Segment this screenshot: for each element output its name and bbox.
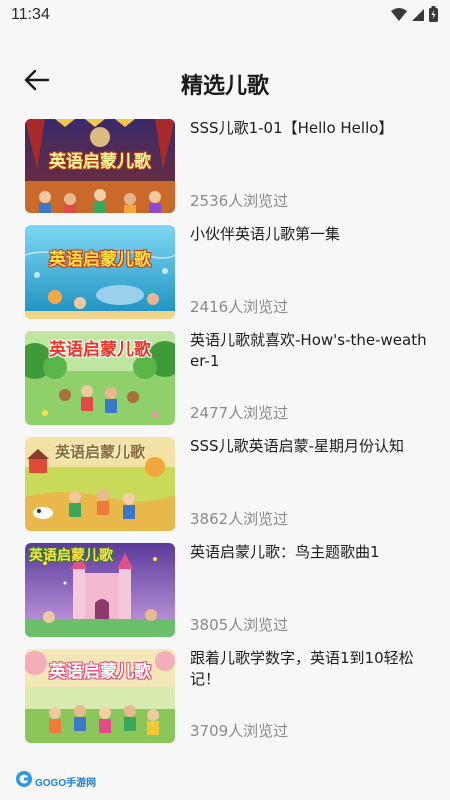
song-thumbnail[interactable]: 英语启蒙儿歌 [25, 119, 175, 213]
list-item[interactable]: 英语启蒙儿歌 SSS儿歌1-01【Hello Hello】 2536人浏览过 [0, 116, 450, 216]
list-item[interactable]: 英语启蒙儿歌 小伙伴英语儿歌第一集 2416人浏览过 [0, 222, 450, 322]
thumbnail-caption: 英语启蒙儿歌 [49, 250, 151, 270]
song-title: SSS儿歌1-01【Hello Hello】 [190, 119, 394, 137]
song-thumbnail[interactable]: 英语启蒙儿歌 [25, 649, 175, 743]
list-item[interactable]: 英语启蒙儿歌 英语启蒙儿歌：鸟主题歌曲1 3805人浏览过 [0, 540, 450, 640]
thumbnail-caption: 英语启蒙儿歌 [49, 662, 151, 682]
list-item[interactable]: 英语启蒙儿歌 英语儿歌就喜欢-How's-the-weather-1 2477人… [0, 328, 450, 428]
song-thumbnail[interactable]: 英语启蒙儿歌 [25, 543, 175, 637]
status-icons [391, 6, 438, 26]
view-count: 3805人浏览过 [190, 616, 289, 634]
thumbnail-caption: 英语启蒙儿歌 [54, 443, 145, 461]
wifi-icon [391, 7, 407, 26]
song-thumbnail[interactable]: 英语启蒙儿歌 [25, 225, 175, 319]
status-time: 11:34 [11, 6, 50, 23]
list-item[interactable]: 英语启蒙儿歌 SSS儿歌英语启蒙-星期月份认知 3862人浏览过 [0, 434, 450, 534]
app-bar: 精选儿歌 [0, 58, 450, 106]
song-title: 小伙伴英语儿歌第一集 [190, 225, 341, 243]
song-title: SSS儿歌英语启蒙-星期月份认知 [190, 437, 404, 455]
view-count: 3709人浏览过 [190, 722, 289, 740]
song-thumbnail[interactable]: 英语启蒙儿歌 [25, 331, 175, 425]
back-button[interactable] [20, 68, 54, 96]
status-bar: 11:34 [0, 0, 450, 32]
view-count: 2477人浏览过 [190, 404, 289, 422]
watermark: GOGO手游网 [15, 771, 105, 791]
view-count: 2416人浏览过 [190, 298, 289, 316]
song-title: 跟着儿歌学数字，英语1到10轻松记！ [190, 649, 414, 688]
song-title: 英语启蒙儿歌：鸟主题歌曲1 [190, 543, 380, 561]
song-title: 英语儿歌就喜欢-How's-the-weather-1 [190, 331, 427, 370]
gogo-logo-icon [15, 770, 33, 792]
arrow-left-icon [24, 69, 50, 95]
view-count: 3862人浏览过 [190, 510, 289, 528]
thumbnail-caption: 英语启蒙儿歌 [29, 548, 113, 564]
list-item[interactable]: 英语启蒙儿歌 跟着儿歌学数字，英语1到10轻松记！ 3709人浏览过 [0, 646, 450, 746]
thumbnail-caption: 英语启蒙儿歌 [49, 340, 151, 360]
signal-icon [411, 7, 425, 26]
watermark-text: GOGO手游网 [35, 777, 97, 789]
page-title: 精选儿歌 [180, 74, 269, 99]
song-thumbnail[interactable]: 英语启蒙儿歌 [25, 437, 175, 531]
battery-icon [429, 6, 438, 26]
view-count: 2536人浏览过 [190, 192, 289, 210]
thumbnail-caption: 英语启蒙儿歌 [49, 152, 151, 172]
